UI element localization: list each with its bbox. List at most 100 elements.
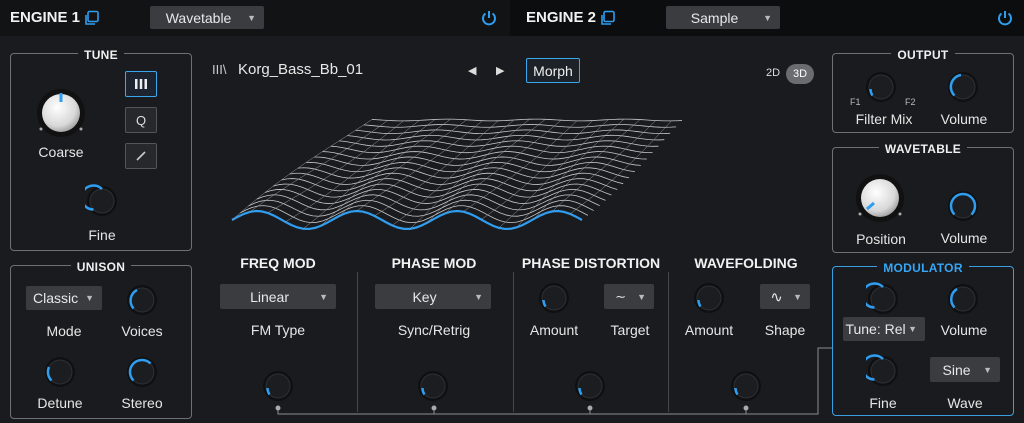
wave-frame-line [355,129,671,135]
sync-retrig-dropdown[interactable]: Key ▼ [375,284,491,309]
filter-mix-knob[interactable] [864,70,898,104]
quantize-button[interactable]: Q [125,107,157,133]
phase-distortion-target-dropdown[interactable]: ∼ ▼ [604,284,654,309]
active-wave-line [231,209,583,231]
freq-mod-title: FREQ MOD [240,255,316,271]
output-title: OUTPUT [891,48,955,62]
unison-mode-label: Mode [46,323,82,339]
wave-grid-line [392,119,515,226]
view-3d-button[interactable]: 3D [786,64,814,84]
fine-label: Fine [88,227,116,243]
engine1-type-value: Wavetable [165,9,232,26]
stereo-label: Stereo [121,395,163,411]
wavefolding-amount-label: Amount [684,322,734,338]
wavetable-browser-icon[interactable]: III\ [212,62,226,77]
fine-knob[interactable] [85,184,119,218]
view-2d-button[interactable]: 2D [766,67,780,79]
unison-mode-dropdown[interactable]: Classic ▼ [26,286,102,310]
pencil-icon [136,151,146,161]
chevron-down-icon: ▼ [474,291,483,302]
wave-frame-line [339,140,659,147]
fm-type-dropdown[interactable]: Linear ▼ [220,284,336,309]
modulation-routing-line [275,347,832,415]
wave-grid-line [552,120,656,212]
modulator-tune-value: Tune: Rel [845,321,906,337]
wavefolding-shape-dropdown[interactable]: ∿ ▼ [760,284,810,309]
engine2-type-dropdown[interactable]: Sample ▼ [666,6,780,29]
engine1-type-dropdown[interactable]: Wavetable ▼ [150,6,264,29]
engine1-power-icon[interactable] [480,9,498,27]
engine1-title: ENGINE 1 [10,9,81,26]
previous-wavetable-icon[interactable]: ◀ [468,64,476,77]
coarse-label: Coarse [38,144,84,160]
sine-wave-icon: ∿ [770,288,783,306]
wavefolding-title: WAVEFOLDING [694,255,798,271]
tune-title: TUNE [78,48,124,62]
draw-button[interactable] [125,143,157,169]
chevron-down-icon: ▼ [763,12,772,23]
modulator-wave-value: Sine [942,361,971,378]
coarse-knob[interactable] [34,86,88,140]
detune-label: Detune [37,395,83,411]
modulator-tune-dropdown[interactable]: Tune: Rel ▼ [843,317,925,341]
engine2-power-icon[interactable] [996,9,1014,27]
modulator-wave-label: Wave [947,395,983,411]
fm-type-value: Linear [250,288,289,305]
wavetable-title: WAVETABLE [878,142,968,156]
wavefolding-amount-knob[interactable] [692,281,726,315]
unison-mode-value: Classic [32,290,79,306]
wavetable-volume-knob[interactable] [946,189,980,223]
wave-frame-line [347,134,665,141]
wave-grid-line [267,120,404,214]
modulator-wave-dropdown[interactable]: Sine ▼ [930,357,1000,382]
wave-grid-line [231,119,373,221]
piano-keys-icon [135,79,147,89]
chevron-down-icon: ▼ [85,293,94,303]
output-volume-knob[interactable] [946,70,980,104]
modulator-fine-knob[interactable] [866,354,900,388]
wave-frame-line [371,118,683,122]
wave-frame-line [281,178,618,192]
unison-title: UNISON [70,260,132,274]
filter-mix-f2-label: F2 [905,97,916,107]
wave-grid-line [427,119,546,223]
curve-icon: ∼ [615,288,626,304]
filter-mix-f1-label: F1 [850,97,861,107]
engine2-type-value: Sample [690,9,739,26]
engine1-copy-icon[interactable] [84,10,100,26]
chevron-down-icon: ▼ [983,364,992,375]
position-label: Position [856,231,906,247]
detune-knob[interactable] [43,355,77,389]
stereo-knob[interactable] [125,355,159,389]
wavetable-volume-label: Volume [940,230,988,246]
modulator-volume-label: Volume [940,322,988,338]
phase-distortion-title: PHASE DISTORTION [521,255,661,271]
wave-grid-line [569,120,672,215]
keyboard-tracking-button[interactable] [125,71,157,97]
next-wavetable-icon[interactable]: ▶ [496,64,504,77]
wave-grid-line [463,120,578,212]
chevron-down-icon: ▼ [247,12,256,23]
engine2-copy-icon[interactable] [600,10,616,26]
phase-distortion-amount-label: Amount [529,322,579,338]
engine2-title[interactable]: ENGINE 2 [526,9,596,26]
morph-button[interactable]: Morph [526,58,580,83]
phase-distortion-target-label: Target [610,322,650,338]
wavefolding-shape-label: Shape [764,322,806,338]
chevron-down-icon: ▼ [908,324,917,334]
phase-distortion-amount-knob[interactable] [537,281,571,315]
modulator-title: MODULATOR [877,261,969,275]
wavetable-name[interactable]: Korg_Bass_Bb_01 [238,61,363,78]
voices-knob[interactable] [125,283,159,317]
sync-retrig-label: Sync/Retrig [397,322,471,338]
wave-grid-line [249,120,388,213]
wavetable-3d-view[interactable] [222,92,822,242]
phase-mod-title: PHASE MOD [391,255,477,271]
position-knob[interactable] [853,171,907,225]
chevron-down-icon: ▼ [319,291,328,302]
output-volume-label: Volume [940,111,988,127]
fm-type-label: FM Type [250,322,306,338]
chevron-down-icon: ▼ [637,291,646,302]
modulator-volume-knob[interactable] [946,282,980,316]
modulator-tune-knob[interactable] [866,282,900,316]
